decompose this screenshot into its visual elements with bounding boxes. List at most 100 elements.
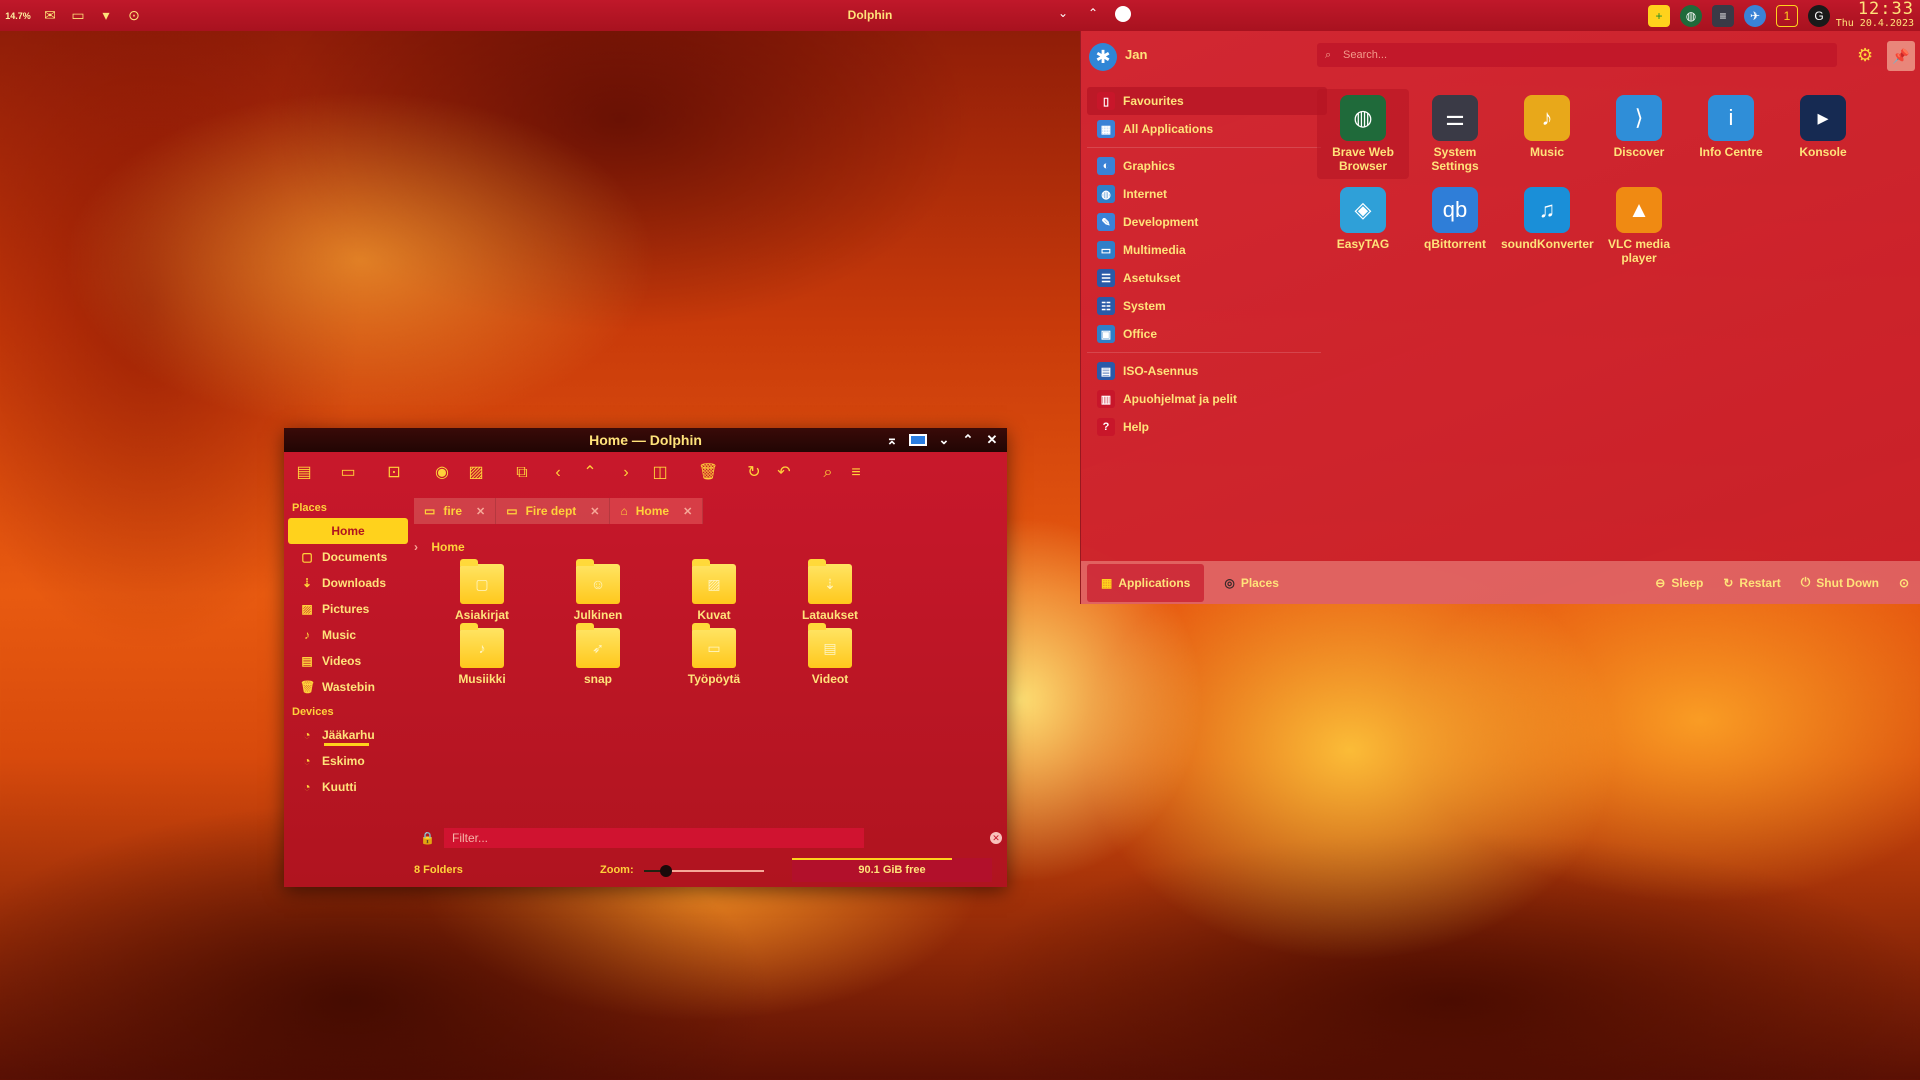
minimize-icon[interactable]: ⌄ xyxy=(937,432,951,448)
clipboard-icon[interactable]: 1 xyxy=(1776,4,1798,27)
split-view-icon[interactable]: ◫ xyxy=(650,463,670,483)
tab-applications[interactable]: ▦ Applications xyxy=(1087,563,1205,602)
category-apuohjelmat-ja-pelit[interactable]: ▥ Apuohjelmat ja pelit xyxy=(1087,385,1327,413)
cpu-monitor-widget[interactable]: 14.7% xyxy=(0,0,36,31)
new-window-icon[interactable]: ▭ xyxy=(338,463,358,483)
trash-icon[interactable]: 🗑 xyxy=(698,463,718,483)
places-panel-icon[interactable]: ▤ xyxy=(294,463,314,483)
place-wastebin[interactable]: 🗑 Wastebin xyxy=(288,674,408,700)
close-tab-icon[interactable]: ✕ xyxy=(476,505,485,518)
search-icon[interactable]: ⌕ xyxy=(818,463,838,483)
zoom-slider-handle[interactable] xyxy=(659,865,672,877)
place-downloads[interactable]: ⇣ Downloads xyxy=(288,570,408,596)
category-favourites[interactable]: ▯ Favourites xyxy=(1087,87,1327,115)
digital-clock[interactable]: 12:33 Thu 20.4.2023 xyxy=(1836,1,1914,30)
app-system-settings[interactable]: ⚌ System Settings xyxy=(1409,89,1501,179)
category-help[interactable]: ? Help xyxy=(1087,413,1327,441)
reload-icon[interactable]: ↻ xyxy=(744,463,764,483)
category-all-applications[interactable]: ▦ All Applications xyxy=(1087,115,1327,143)
image-icon[interactable]: ▨ xyxy=(466,463,486,483)
keep-above-icon[interactable]: ⌅ xyxy=(885,432,899,448)
more-power-options-button[interactable]: ⊙ xyxy=(1899,576,1909,590)
maximize-icon[interactable]: ⌃ xyxy=(1085,6,1101,22)
device-item[interactable]: ◔ Kuutti xyxy=(288,774,408,800)
record-icon[interactable]: ⊙ xyxy=(120,0,148,31)
minimize-icon[interactable]: ⌄ xyxy=(1055,6,1071,22)
flag-icon[interactable] xyxy=(909,434,927,446)
lock-icon[interactable]: 🔒 xyxy=(420,831,435,845)
updates-icon[interactable]: + xyxy=(1648,4,1670,27)
category-development[interactable]: ✎ Development xyxy=(1087,208,1327,236)
mail-icon[interactable]: ✉ xyxy=(36,0,64,31)
zoom-slider[interactable] xyxy=(644,865,764,877)
free-space-indicator[interactable]: 90.1 GiB free xyxy=(792,858,992,882)
close-icon[interactable]: ✕ xyxy=(1115,6,1131,22)
search-input[interactable]: ⌕ Search... xyxy=(1317,43,1837,67)
app-soundkonverter[interactable]: ♫ soundKonverter xyxy=(1501,181,1594,271)
app-konsole[interactable]: ▸ Konsole xyxy=(1777,89,1869,179)
category-office[interactable]: ▣ Office xyxy=(1087,320,1327,348)
category-internet[interactable]: ◍ Internet xyxy=(1087,180,1327,208)
desktop-switcher-icon[interactable]: ▭ xyxy=(64,0,92,31)
category-system[interactable]: ☷ System xyxy=(1087,292,1327,320)
category-graphics[interactable]: ◐ Graphics xyxy=(1087,152,1327,180)
network-icon[interactable]: ✈ xyxy=(1744,4,1766,27)
place-videos[interactable]: ▤ Videos xyxy=(288,648,408,674)
maximize-icon[interactable]: ⌃ xyxy=(961,432,975,448)
app-qbittorrent[interactable]: qb qBittorrent xyxy=(1409,181,1501,271)
tab-fire-dept[interactable]: ▭ Fire dept ✕ xyxy=(496,498,611,524)
terminal-icon[interactable]: ⊡ xyxy=(384,463,404,483)
close-tab-icon[interactable]: ✕ xyxy=(683,505,692,518)
window-titlebar[interactable]: Home — Dolphin ⌅ ⌄ ⌃ ✕ xyxy=(284,428,1007,452)
folder-item[interactable]: ➶ snap xyxy=(548,623,648,686)
category-multimedia[interactable]: ▭ Multimedia xyxy=(1087,236,1327,264)
app-easytag[interactable]: ◈ EasyTAG xyxy=(1317,181,1409,271)
place-pictures[interactable]: ▨ Pictures xyxy=(288,596,408,622)
device-item[interactable]: ◔ Jääkarhu xyxy=(288,722,408,748)
category-iso-asennus[interactable]: ▤ ISO-Asennus xyxy=(1087,357,1327,385)
forward-icon[interactable]: › xyxy=(616,463,636,483)
tab-home[interactable]: ⌂ Home ✕ xyxy=(610,498,704,524)
close-tab-icon[interactable]: ✕ xyxy=(590,505,599,518)
new-tab-icon[interactable]: ⧉ xyxy=(512,463,532,483)
folder-item[interactable]: ♪ Musiikki xyxy=(432,623,532,686)
hamburger-menu-icon[interactable]: ≡ xyxy=(846,463,866,483)
device-item[interactable]: ◔ Eskimo xyxy=(288,748,408,774)
place-home[interactable]: Home xyxy=(288,518,408,544)
chevron-down-icon[interactable]: ▾ xyxy=(92,0,120,31)
refresh-tray-icon[interactable]: G xyxy=(1808,4,1830,27)
breadcrumb[interactable]: › Home xyxy=(414,540,465,554)
tab-fire[interactable]: ▭ fire ✕ xyxy=(414,498,497,524)
place-music[interactable]: ♪ Music xyxy=(288,622,408,648)
app-brave-web-browser[interactable]: ◍ Brave Web Browser xyxy=(1317,89,1409,179)
app-info-centre[interactable]: i Info Centre xyxy=(1685,89,1777,179)
tab-places[interactable]: ◎ Places xyxy=(1210,564,1293,602)
undo-icon[interactable]: ↶ xyxy=(774,463,794,483)
breadcrumb-home[interactable]: Home xyxy=(431,540,464,554)
filter-input[interactable]: Filter... xyxy=(444,828,864,848)
restart-button[interactable]: ↻ Restart xyxy=(1723,576,1780,590)
app-music[interactable]: ♪ Music xyxy=(1501,89,1593,179)
folder-item[interactable]: ▤ Videot xyxy=(780,623,880,686)
pin-icon[interactable]: 📌 xyxy=(1887,41,1915,71)
settings-tray-icon[interactable]: ≡ xyxy=(1712,4,1734,27)
folder-item[interactable]: ▨ Kuvat xyxy=(664,559,764,622)
folder-item[interactable]: ☺ Julkinen xyxy=(548,559,648,622)
folder-item[interactable]: ▢ Asiakirjat xyxy=(432,559,532,622)
gear-icon[interactable]: ⚙ xyxy=(1857,45,1873,66)
shutdown-button[interactable]: ⏻ Shut Down xyxy=(1801,575,1879,590)
place-documents[interactable]: ▢ Documents xyxy=(288,544,408,570)
app-vlc-media-player[interactable]: ▲ VLC media player xyxy=(1593,181,1685,271)
close-icon[interactable]: ✕ xyxy=(985,432,999,448)
sleep-button[interactable]: ⊖ Sleep xyxy=(1655,576,1703,590)
browser-tray-icon[interactable]: ◍ xyxy=(1680,4,1702,27)
app-discover[interactable]: ⟩ Discover xyxy=(1593,89,1685,179)
user-avatar[interactable]: ✱ xyxy=(1089,43,1117,71)
back-icon[interactable]: ‹ xyxy=(548,463,568,483)
clear-filter-icon[interactable]: ✕ xyxy=(990,832,1002,844)
up-icon[interactable]: ⌃ xyxy=(580,463,600,483)
category-asetukset[interactable]: ☰ Asetukset xyxy=(1087,264,1327,292)
folder-item[interactable]: ▭ Työpöytä xyxy=(664,623,764,686)
folder-item[interactable]: ⇣ Lataukset xyxy=(780,559,880,622)
preview-icon[interactable]: ◉ xyxy=(432,463,452,483)
